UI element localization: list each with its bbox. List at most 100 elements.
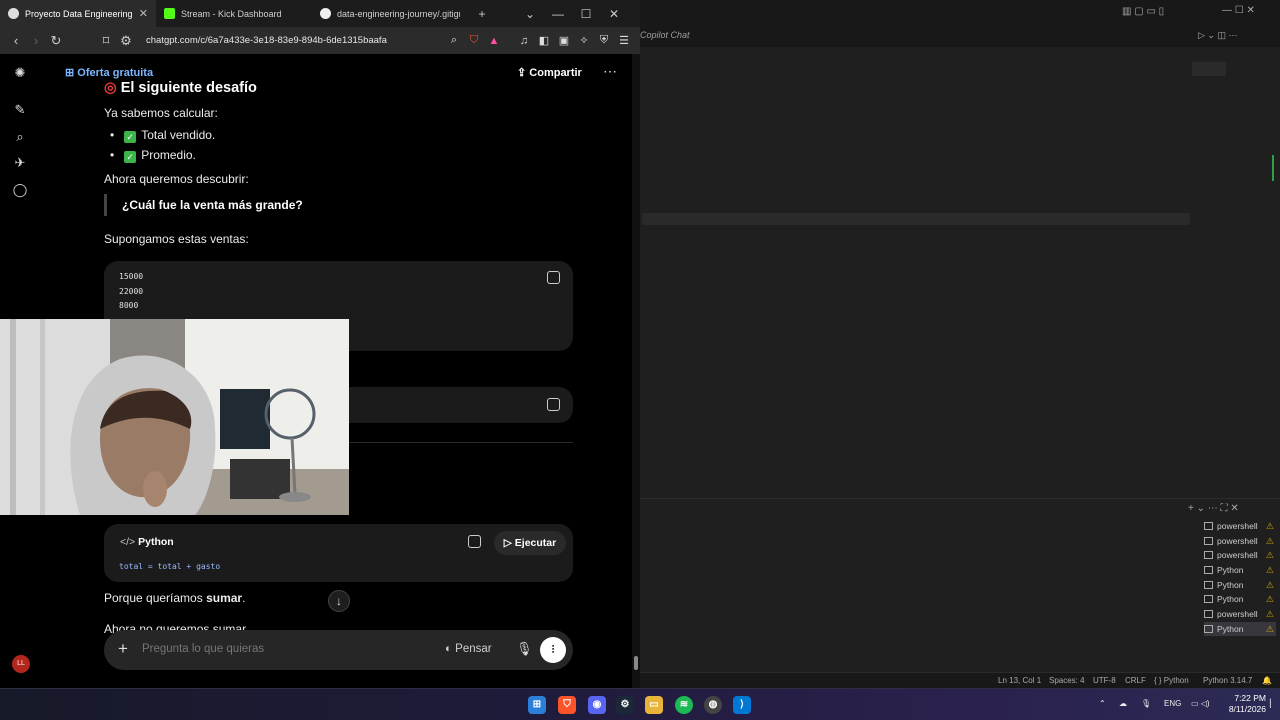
- sidebar-icon[interactable]: ◧: [534, 34, 554, 47]
- webcam-image: [0, 319, 349, 515]
- panel-header: + ⌄ ⋯ ⛶ ✕: [640, 498, 1280, 518]
- brave-shields-icon[interactable]: ⛉: [464, 34, 484, 47]
- zoom-icon[interactable]: ⌕: [444, 34, 464, 47]
- line-ending[interactable]: CRLF: [1125, 676, 1146, 685]
- tab-list-icon[interactable]: ⌄: [516, 7, 544, 21]
- prompt-input[interactable]: [142, 643, 422, 655]
- cloud-icon[interactable]: ☁: [1119, 699, 1127, 708]
- terminal-label: Python: [1217, 624, 1244, 634]
- cursor-position[interactable]: Ln 13, Col 1: [998, 676, 1041, 685]
- terminal-item[interactable]: powershell ⚠: [1204, 534, 1276, 548]
- code-content: 15000 22000 8000: [119, 270, 143, 314]
- think-button[interactable]: ◐ Pensar: [445, 643, 492, 655]
- openai-logo-icon[interactable]: ✺: [11, 64, 29, 82]
- terminal-item[interactable]: Python ⚠: [1204, 563, 1276, 577]
- because-text: Porque queríamos sumar.: [104, 591, 245, 605]
- copy-icon[interactable]: [547, 398, 560, 411]
- terminal-item[interactable]: powershell ⚠: [1204, 519, 1276, 533]
- language-mode[interactable]: { } Python: [1154, 676, 1189, 685]
- clock[interactable]: 7:22 PM 8/11/2026: [1222, 693, 1266, 715]
- share-button[interactable]: ⇪ Compartir: [517, 66, 582, 79]
- tab-kick[interactable]: Stream - Kick Dashboard: [156, 0, 312, 27]
- close-icon[interactable]: ✕: [139, 7, 148, 20]
- scroll-down-button[interactable]: ↓: [328, 590, 350, 612]
- site-settings-icon[interactable]: ⚙: [116, 33, 136, 49]
- code-line: 15000: [119, 272, 144, 281]
- tab-chatgpt[interactable]: Proyecto Data Engineering ✕: [0, 0, 156, 27]
- minimize-button[interactable]: —: [544, 7, 572, 21]
- share-icon: ⇪: [517, 67, 530, 79]
- code-icon: </>: [120, 536, 139, 548]
- offer-label: Oferta gratuita: [77, 67, 154, 79]
- maximize-button[interactable]: ☐: [572, 7, 600, 21]
- code-line: 22000: [119, 286, 144, 296]
- notification-icon[interactable]: ▏: [1270, 699, 1276, 708]
- copy-icon[interactable]: [468, 535, 481, 548]
- vpn-icon[interactable]: ⛨: [594, 34, 614, 47]
- avatar[interactable]: LL: [12, 655, 30, 673]
- bookmark-icon[interactable]: ⌑: [96, 33, 116, 49]
- list-item-text: Promedio.: [141, 148, 196, 162]
- run-button[interactable]: ▷ Ejecutar: [494, 531, 566, 555]
- layout-icon[interactable]: ▥ ▢ ▭ ▯: [1122, 6, 1164, 17]
- reload-icon[interactable]: ↻: [46, 33, 66, 49]
- panel-actions[interactable]: + ⌄ ⋯ ⛶ ✕: [1188, 503, 1239, 514]
- run-icon[interactable]: ▷ ⌄ ◫ ⋯: [1198, 30, 1237, 41]
- language-indicator[interactable]: ENG: [1164, 699, 1181, 708]
- obs-icon[interactable]: ◍: [704, 696, 722, 714]
- free-offer-link[interactable]: ⊞ Oferta gratuita: [65, 66, 153, 79]
- tab-title: data-engineering-journey/.gitignore: [337, 8, 460, 19]
- scrollbar[interactable]: [632, 54, 640, 688]
- close-window-button[interactable]: ✕: [600, 7, 628, 21]
- window-controls[interactable]: — ☐ ✕: [1222, 5, 1255, 16]
- copy-icon[interactable]: [547, 271, 560, 284]
- terminal-item[interactable]: Python ⚠: [1204, 592, 1276, 606]
- terminal-icon: [1204, 581, 1213, 589]
- terminal-item[interactable]: powershell ⚠: [1204, 607, 1276, 621]
- network-icon[interactable]: ▭ ◁): [1191, 699, 1210, 708]
- tray-overflow-icon[interactable]: ⌃: [1099, 699, 1106, 708]
- tab-github[interactable]: data-engineering-journey/.gitignore: [312, 0, 468, 27]
- start-icon[interactable]: ⊞: [528, 696, 546, 714]
- spotify-icon[interactable]: ≋: [675, 696, 693, 714]
- back-icon[interactable]: ‹: [6, 33, 26, 48]
- bell-icon[interactable]: 🔔: [1262, 676, 1272, 685]
- new-chat-icon[interactable]: ✎: [11, 101, 29, 119]
- encoding[interactable]: UTF-8: [1093, 676, 1116, 685]
- python-interpreter[interactable]: Python 3.14.7: [1203, 676, 1252, 685]
- terminal-item[interactable]: Python ⚠: [1204, 622, 1276, 636]
- pin-icon[interactable]: ✈: [11, 154, 29, 172]
- forward-icon[interactable]: ›: [26, 33, 46, 48]
- discord-icon[interactable]: ◉: [588, 696, 606, 714]
- steam-icon[interactable]: ⚙: [616, 696, 634, 714]
- brave-rewards-icon[interactable]: ▲: [484, 35, 504, 47]
- more-options-icon[interactable]: ⋯: [603, 63, 617, 80]
- terminal-item[interactable]: Python ⚠: [1204, 578, 1276, 592]
- indentation[interactable]: Spaces: 4: [1049, 676, 1085, 685]
- attach-icon[interactable]: +: [118, 639, 128, 659]
- webcam-overlay: [0, 319, 349, 515]
- scrollbar-thumb[interactable]: [634, 656, 638, 670]
- github-icon: [320, 8, 331, 19]
- chat-bubble-icon[interactable]: ◯: [11, 181, 29, 199]
- file-explorer-icon[interactable]: ▭: [645, 696, 663, 714]
- media-icon[interactable]: ♫: [514, 35, 534, 47]
- terminal-item[interactable]: powershell ⚠: [1204, 548, 1276, 562]
- scroll-indicator: [1272, 155, 1274, 181]
- voice-mode-button[interactable]: ⫶: [540, 637, 566, 663]
- minimap[interactable]: [1192, 62, 1226, 76]
- search-icon[interactable]: ⌕: [11, 128, 29, 146]
- brave-icon[interactable]: ⛉: [558, 696, 576, 714]
- suppose-text: Supongamos estas ventas:: [104, 232, 249, 246]
- microphone-icon[interactable]: 🎙: [1141, 699, 1151, 708]
- share-label: Compartir: [529, 67, 582, 79]
- menu-icon[interactable]: ☰: [614, 34, 634, 47]
- terminal-label: powershell: [1217, 550, 1258, 560]
- copilot-chat-tab[interactable]: Copilot Chat: [640, 30, 690, 40]
- wallet-icon[interactable]: ▣: [554, 34, 574, 47]
- microphone-icon[interactable]: 🎙: [516, 641, 533, 657]
- leo-ai-icon[interactable]: ✧: [574, 34, 594, 47]
- vscode-icon[interactable]: ⟩: [733, 696, 751, 714]
- url-field[interactable]: chatgpt.com/c/6a7a433e-3e18-83e9-894b-6d…: [146, 35, 444, 46]
- new-tab-button[interactable]: +: [468, 7, 496, 21]
